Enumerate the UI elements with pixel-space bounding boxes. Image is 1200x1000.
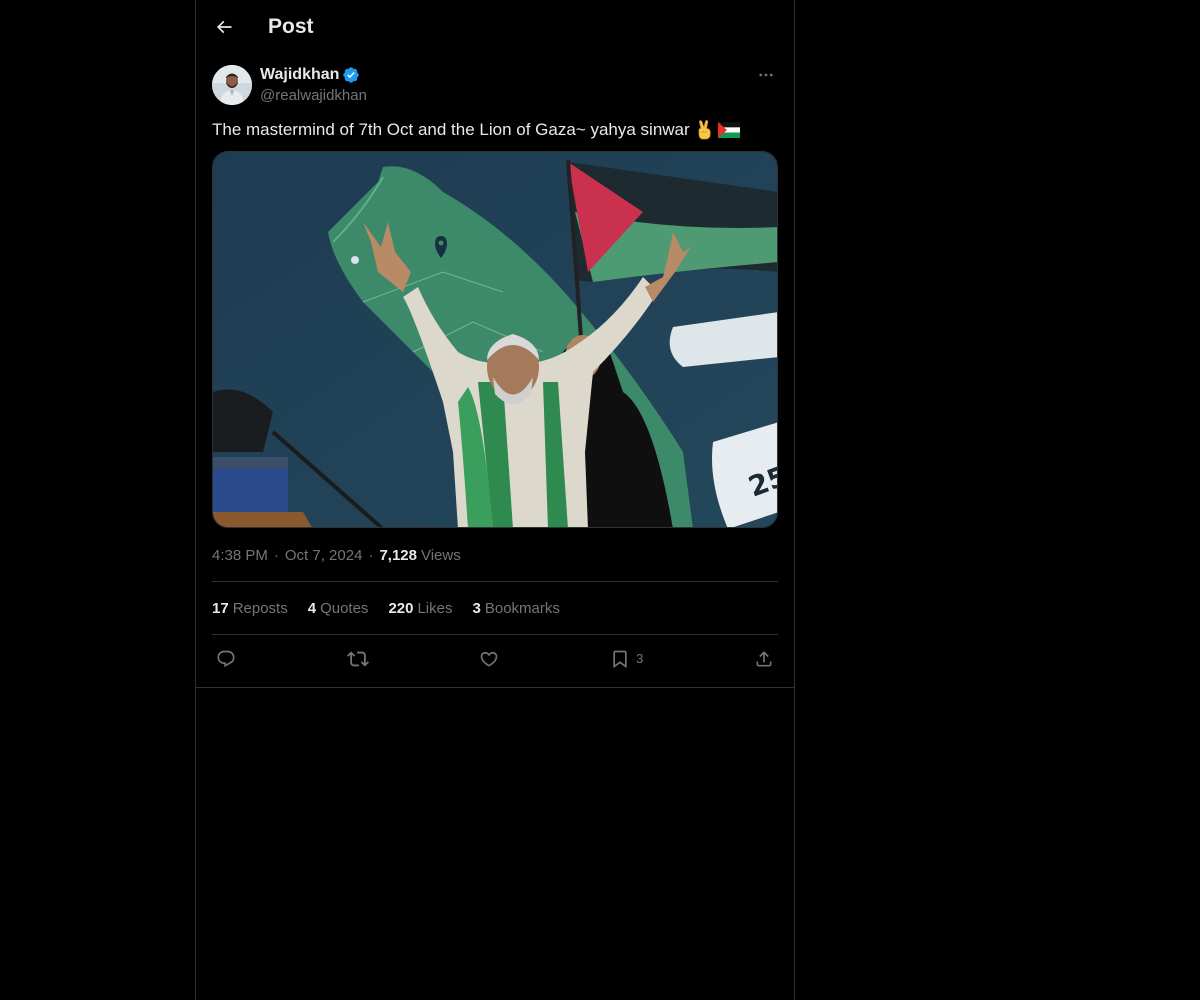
separator-dot: · bbox=[273, 546, 279, 564]
post-bottom-divider bbox=[196, 687, 794, 688]
post-media-image[interactable]: 25 bbox=[212, 151, 778, 528]
post-time[interactable]: 4:38 PM bbox=[212, 547, 268, 564]
repost-icon bbox=[346, 651, 369, 666]
quotes-stat[interactable]: 4 Quotes bbox=[308, 600, 369, 617]
reply-button[interactable] bbox=[216, 649, 236, 669]
primary-column: Post Wajidkhan @realwajidkhan The master… bbox=[195, 0, 795, 1000]
palestine-flag-emoji-icon bbox=[717, 122, 740, 138]
author-handle[interactable]: @realwajidkhan bbox=[260, 87, 367, 104]
post-text-row: The mastermind of 7th Oct and the Lion o… bbox=[212, 118, 778, 142]
quotes-label: Quotes bbox=[320, 599, 369, 617]
author-names: Wajidkhan @realwajidkhan bbox=[260, 65, 367, 104]
quotes-count: 4 bbox=[307, 599, 317, 617]
repost-button[interactable] bbox=[346, 648, 369, 670]
bookmark-button[interactable]: 3 bbox=[610, 649, 643, 669]
avatar-image bbox=[212, 65, 252, 105]
verified-badge-icon[interactable] bbox=[342, 66, 360, 84]
victory-hand-emoji-icon bbox=[696, 120, 714, 140]
back-button[interactable] bbox=[208, 11, 240, 43]
bookmark-count: 3 bbox=[636, 651, 644, 666]
reposts-label: Reposts bbox=[232, 599, 288, 617]
reposts-stat[interactable]: 17 Reposts bbox=[212, 600, 288, 617]
author-display-name[interactable]: Wajidkhan bbox=[260, 66, 339, 84]
share-button[interactable] bbox=[754, 649, 774, 669]
reply-icon bbox=[217, 650, 235, 667]
bookmarks-stat[interactable]: 3 Bookmarks bbox=[473, 600, 560, 617]
page-title: Post bbox=[268, 15, 314, 38]
bookmarks-label: Bookmarks bbox=[484, 599, 560, 617]
reposts-count: 17 bbox=[212, 599, 229, 617]
bookmarks-count: 3 bbox=[472, 599, 481, 617]
more-icon bbox=[759, 73, 773, 77]
views-count: 7,128 bbox=[379, 546, 417, 564]
bookmark-icon bbox=[613, 650, 627, 668]
photo-image: 25 bbox=[213, 152, 777, 527]
display-name-line: Wajidkhan bbox=[260, 65, 367, 85]
likes-label: Likes bbox=[417, 599, 453, 617]
views-label: Views bbox=[420, 546, 461, 564]
share-icon bbox=[756, 650, 772, 666]
action-bar: 3 bbox=[212, 635, 778, 682]
separator-dot: · bbox=[368, 546, 374, 564]
arrow-left-icon bbox=[216, 20, 232, 34]
post-date[interactable]: Oct 7, 2024 bbox=[285, 547, 363, 564]
post-text: The mastermind of 7th Oct and the Lion o… bbox=[212, 120, 690, 139]
page-header: Post bbox=[196, 0, 794, 54]
likes-stat[interactable]: 220 Likes bbox=[388, 600, 452, 617]
post-meta: 4:38 PM · Oct 7, 2024 · 7,128 Views bbox=[212, 545, 778, 565]
more-options-button[interactable] bbox=[754, 65, 778, 85]
likes-count: 220 bbox=[388, 599, 414, 617]
heart-icon bbox=[481, 651, 498, 667]
author-row: Wajidkhan @realwajidkhan bbox=[212, 65, 778, 117]
avatar[interactable] bbox=[212, 65, 252, 105]
engagement-stats: 17 Reposts 4 Quotes 220 Likes 3 Bookmarks bbox=[212, 582, 778, 634]
post-detail: Wajidkhan @realwajidkhan The mastermind … bbox=[196, 65, 794, 682]
like-button[interactable] bbox=[479, 649, 499, 669]
